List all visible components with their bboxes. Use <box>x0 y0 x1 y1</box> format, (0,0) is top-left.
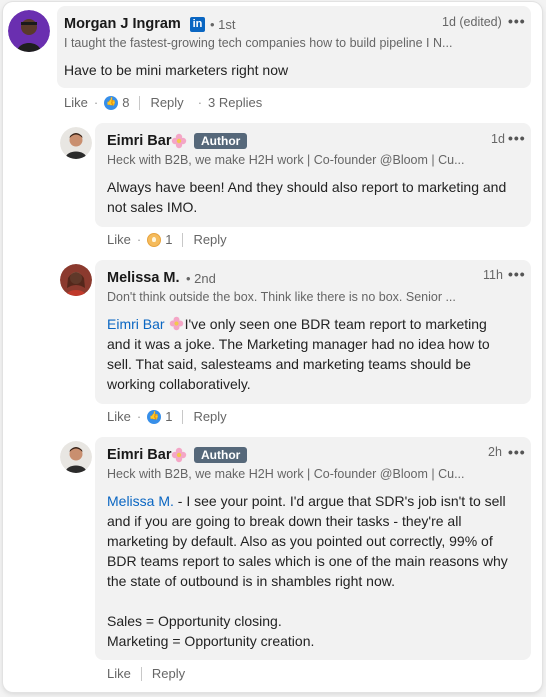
mention-link[interactable]: Eimri Bar <box>107 316 165 332</box>
more-icon[interactable]: ••• <box>508 130 526 146</box>
comment-actions: Like · 1 Reply <box>107 409 227 424</box>
avatar-morgan[interactable] <box>8 10 50 52</box>
connection-degree: • 2nd <box>186 271 216 286</box>
commenter-headline: Heck with B2B, we make H2H work | Co-fou… <box>107 467 465 481</box>
flower-emoji-icon <box>169 316 183 331</box>
reply-button[interactable]: Reply <box>152 666 185 681</box>
commenter-headline: I taught the fastest-growing tech compan… <box>64 36 453 50</box>
commenter-name[interactable]: Melissa M. <box>107 270 180 286</box>
like-button[interactable]: Like <box>107 409 131 424</box>
comment-time: 11h <box>483 268 503 282</box>
comment-time: 2h <box>488 445 502 459</box>
comment-text: Eimri Bar I've only seen one BDR team rep… <box>107 314 512 394</box>
comment-text-line: Marketing = Opportunity creation. <box>107 633 315 649</box>
commenter-headline: Don't think outside the box. Think like … <box>107 290 456 304</box>
commenter-headline: Heck with B2B, we make H2H work | Co-fou… <box>107 153 465 167</box>
flower-emoji-icon <box>171 133 187 149</box>
like-reaction-icon[interactable] <box>104 95 119 110</box>
linkedin-icon: in <box>190 17 205 32</box>
author-badge: Author <box>194 133 248 149</box>
connection-degree: • 1st <box>210 17 236 32</box>
replies-link[interactable]: 3 Replies <box>208 95 262 110</box>
comment-text: Have to be mini marketers right now <box>64 62 289 78</box>
comments-panel: Morgan J Ingram in • 1st 1d (edited) •••… <box>3 2 542 692</box>
like-button[interactable]: Like <box>107 666 131 681</box>
more-icon[interactable]: ••• <box>508 13 526 29</box>
reaction-count[interactable]: 8 <box>122 95 129 110</box>
more-icon[interactable]: ••• <box>508 266 526 282</box>
avatar-melissa[interactable] <box>60 264 92 296</box>
comment-time: 1d (edited) <box>442 15 502 29</box>
commenter-name[interactable]: Morgan J Ingram <box>64 16 181 32</box>
comment-actions: Like · 1 Reply <box>107 232 227 247</box>
comment-actions: Like · 8 Reply · 3 Replies <box>64 95 262 110</box>
flower-emoji-icon <box>171 447 187 463</box>
reaction-count[interactable]: 1 <box>165 232 172 247</box>
comment-text-line: Sales = Opportunity closing. <box>107 613 282 629</box>
comment-text: Always have been! And they should also r… <box>107 179 507 215</box>
comment-actions: Like Reply <box>107 666 185 681</box>
commenter-name[interactable]: Eimri Bar <box>107 447 171 463</box>
reply-button[interactable]: Reply <box>193 409 226 424</box>
reply-button[interactable]: Reply <box>193 232 226 247</box>
degree-text: 1st <box>218 17 236 32</box>
author-badge: Author <box>194 447 248 463</box>
comment-time: 1d <box>491 132 505 146</box>
insightful-reaction-icon[interactable] <box>147 232 162 247</box>
avatar-eimri[interactable] <box>60 127 92 159</box>
more-icon[interactable]: ••• <box>508 444 526 460</box>
like-button[interactable]: Like <box>64 95 88 110</box>
reply-button[interactable]: Reply <box>150 95 183 110</box>
avatar-eimri[interactable] <box>60 441 92 473</box>
like-button[interactable]: Like <box>107 232 131 247</box>
degree-text: 2nd <box>194 271 216 286</box>
comment-text: Melissa M. - I see your point. I'd argue… <box>107 491 522 591</box>
commenter-name[interactable]: Eimri Bar <box>107 133 171 149</box>
mention-link[interactable]: Melissa M. <box>107 493 174 509</box>
like-reaction-icon[interactable] <box>147 409 162 424</box>
reaction-count[interactable]: 1 <box>165 409 172 424</box>
